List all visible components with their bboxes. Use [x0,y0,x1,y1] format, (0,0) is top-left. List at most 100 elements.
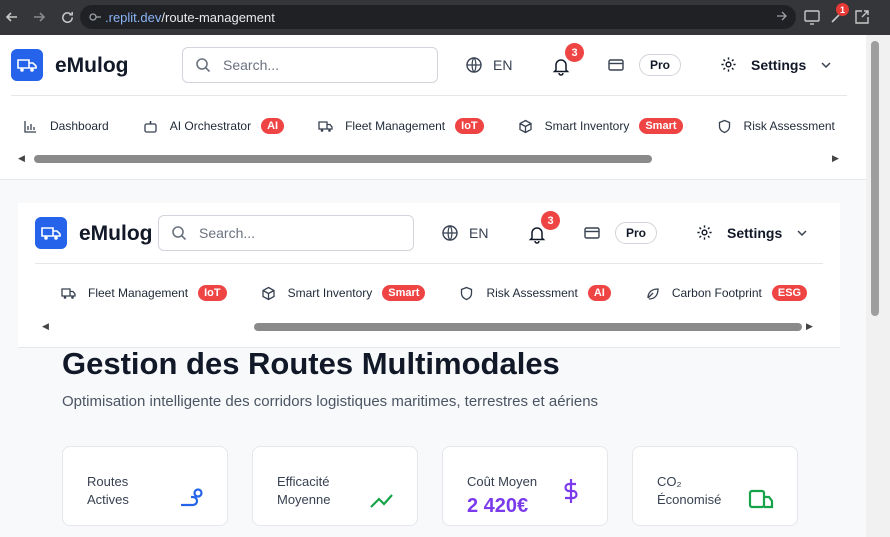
gear-icon [721,57,736,72]
stat-card-co2: CO₂ Économisé [632,446,798,526]
scroll-left-arrow[interactable]: ◀ [18,153,25,164]
nav-badge: Smart [382,285,426,301]
nav-item-carbon-footprint[interactable]: Carbon Footprint ESG [645,285,808,301]
nav-item-smart-inventory[interactable]: Smart Inventory Smart [518,118,683,134]
trend-icon [370,494,393,508]
cast-icon[interactable] [803,8,821,26]
globe-icon [466,57,482,73]
route-icon [181,488,203,507]
search-placeholder: Search... [223,57,280,73]
scroll-right-arrow[interactable]: ▶ [806,321,813,332]
chevron-down-icon [821,61,831,68]
site-info-icon[interactable] [88,10,102,24]
header-divider [35,263,823,264]
leaf-icon [647,287,659,300]
settings-label: Settings [751,56,807,73]
nav-badge: IoT [198,285,227,301]
nav-badge: ESG [771,285,808,301]
scroll-thumb[interactable] [34,155,652,163]
chevron-down-icon [797,229,807,236]
nav-item-dashboard[interactable]: Dashboard [23,119,109,134]
url-path: /route-management [161,9,275,25]
gear-icon [697,225,712,240]
nav-item-risk-assessment[interactable]: Risk Assessment [717,119,835,134]
embedded-app-header: eMulog Search... EN 3 Pro Settings Fleet… [18,203,840,348]
nav-item-label: Risk Assessment [486,286,578,300]
stat-label: Routes Actives [87,474,129,507]
language-selector[interactable]: EN [441,224,488,242]
truck-icon [318,120,333,132]
scroll-thumb[interactable] [254,323,802,331]
brand-logo[interactable] [35,217,67,249]
app-header: eMulog Search... EN 3 Pro Settings Dashb… [0,35,866,180]
nav-item-risk-assessment[interactable]: Risk Assessment AI [459,285,611,301]
search-icon [172,226,187,241]
page-subtitle: Optimisation intelligente des corridors … [62,393,599,410]
nav-badge: Smart [639,118,683,134]
scroll-left-arrow[interactable]: ◀ [42,321,49,332]
primary-nav-scrollbar[interactable]: ◀ ▶ [18,153,844,165]
stat-card-efficacite: Efficacité Moyenne [252,446,418,526]
header-divider [11,95,847,96]
open-tab-icon[interactable] [776,9,788,23]
dollar-icon [564,479,578,503]
plan-badge[interactable]: Pro [615,222,657,244]
search-input[interactable]: Search... [158,215,414,251]
scroll-right-arrow[interactable]: ▶ [832,153,839,164]
language-selector[interactable]: EN [465,56,512,74]
nav-item-label: Risk Assessment [743,119,835,133]
stat-label: Efficacité Moyenne [277,474,331,507]
credit-card-icon[interactable] [583,224,601,242]
stat-label: Coût Moyen [467,474,538,489]
truck-icon [41,227,61,240]
settings-label: Settings [727,224,783,241]
notification-badge: 3 [541,211,560,230]
address-bar[interactable]: .replit.dev/route-management [80,5,796,29]
chart-bar-icon [24,120,36,133]
stat-label: CO₂ Économisé [657,474,722,507]
browser-toolbar: .replit.dev/route-management 1 [0,0,890,35]
language-label: EN [469,225,489,241]
settings-menu[interactable]: Settings [720,56,832,73]
nav-item-ai-orchestrator[interactable]: AI Orchestrator AI [143,118,285,134]
nav-item-label: Fleet Management [345,119,446,133]
truck-icon [61,287,76,299]
robot-icon [144,120,157,133]
nav-item-label: Smart Inventory [544,119,630,133]
brand-name: eMulog [79,222,153,245]
truck-icon [17,59,37,72]
globe-icon [442,225,458,241]
stat-card-routes-actives: Routes Actives [62,446,228,526]
nav-item-label: AI Orchestrator [169,119,252,133]
secondary-nav-scrollbar[interactable]: ◀ ▶ [42,321,818,333]
primary-nav: Dashboard AI Orchestrator AI Fleet Manag… [23,118,866,134]
url-host: .replit.dev [105,9,162,25]
nav-badge: IoT [455,118,484,134]
nav-badge: AI [587,285,611,301]
external-link-icon[interactable] [853,8,871,26]
nav-item-fleet-management[interactable]: Fleet Management IoT [61,285,227,301]
credit-card-icon[interactable] [607,56,625,74]
shield-icon [461,286,473,300]
secondary-nav: Fleet Management IoT Smart Inventory Sma… [61,285,841,301]
page-scroll-thumb[interactable] [871,41,879,316]
search-input[interactable]: Search... [182,47,438,83]
language-label: EN [493,57,513,73]
nav-item-smart-inventory[interactable]: Smart Inventory Smart [261,285,426,301]
page-title: Gestion des Routes Multimodales [62,346,560,381]
brand-logo[interactable] [11,49,43,81]
settings-menu[interactable]: Settings [696,224,808,241]
leaf-box-icon [748,489,774,509]
reload-icon[interactable] [55,5,79,29]
nav-item-label: Fleet Management [88,286,189,300]
search-icon [196,58,211,73]
brand-name: eMulog [55,54,129,77]
nav-item-fleet-management[interactable]: Fleet Management IoT [318,118,484,134]
nav-badge: AI [261,118,285,134]
stat-value: 2 420€ [467,495,529,517]
back-icon[interactable] [0,5,24,29]
page-scrollbar[interactable] [866,35,890,537]
forward-icon[interactable] [27,5,51,29]
package-icon [518,119,532,133]
plan-badge[interactable]: Pro [639,54,681,76]
